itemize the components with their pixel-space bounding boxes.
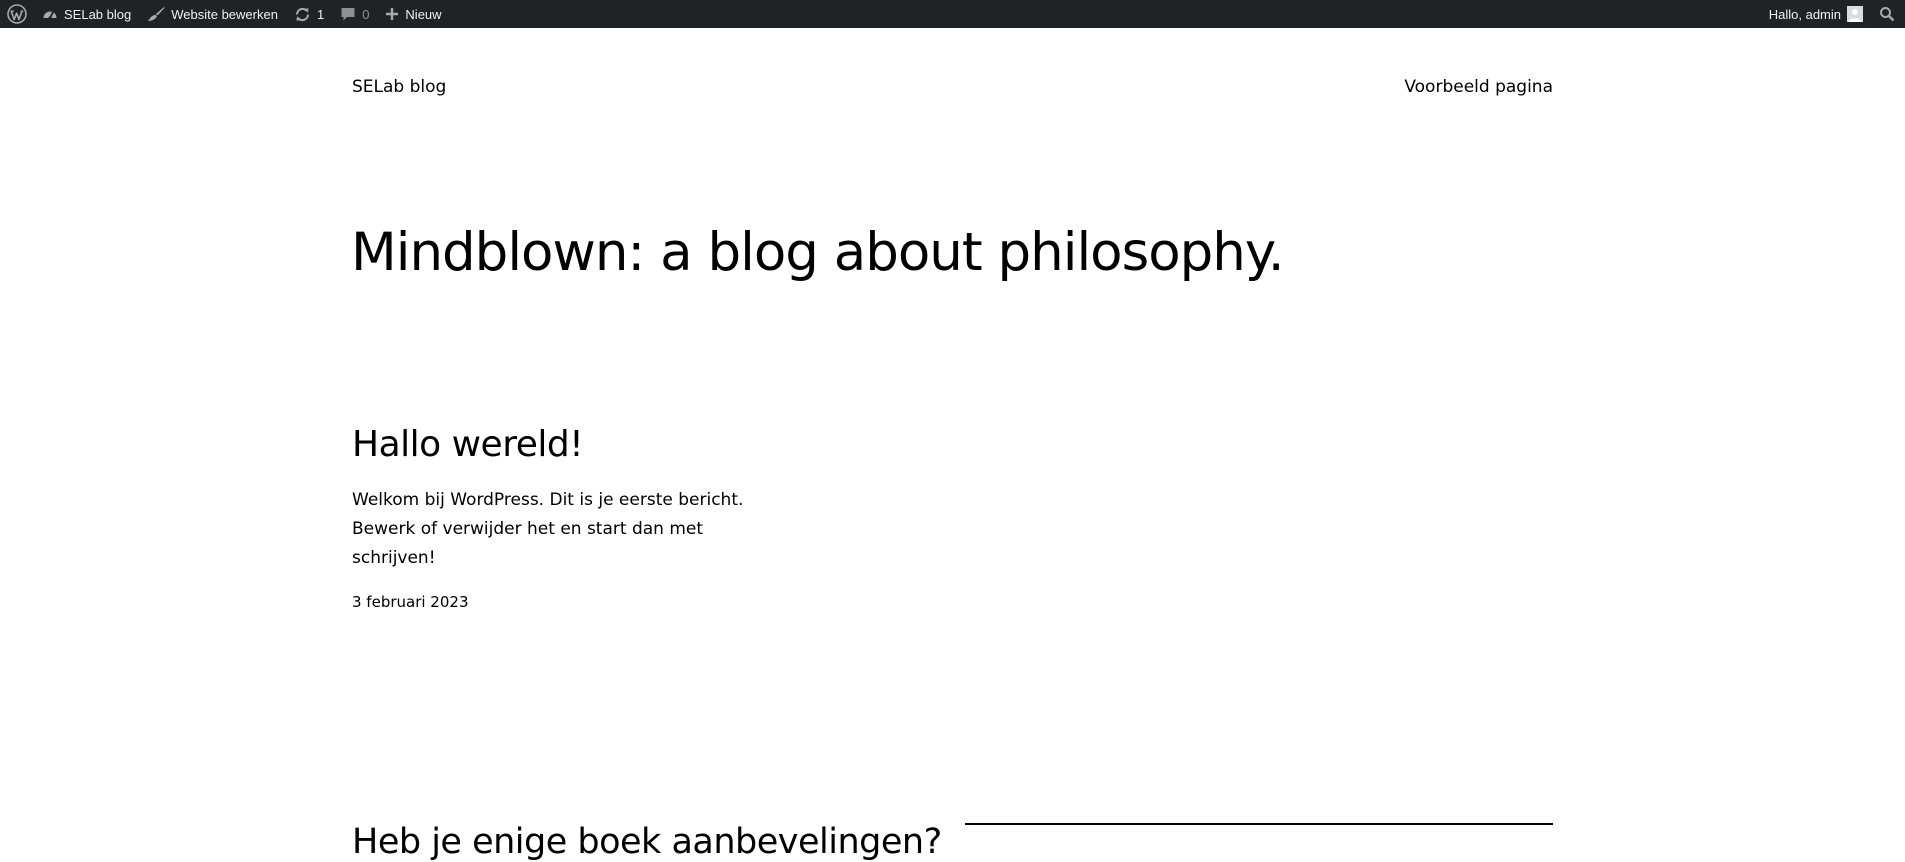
new-content-label: Nieuw [405,6,442,22]
site-name-label: SELab blog [64,6,132,22]
my-account-menu[interactable]: Hallo, admin [1761,0,1871,28]
comments-count: 0 [362,6,370,22]
post-title[interactable]: Heb je enige boek aanbevelingen? [352,822,942,862]
wordpress-menu[interactable] [0,0,34,28]
brush-icon [147,6,165,22]
edit-site-menu[interactable]: Website bewerken [139,0,286,28]
separator [965,823,1553,825]
post-date[interactable]: 3 februari 2023 [352,593,468,611]
search-icon [1879,6,1895,22]
nav-item-voorbeeld-pagina[interactable]: Voorbeeld pagina [1404,77,1553,97]
comment-icon [340,6,356,22]
updates-icon [294,6,311,23]
comments-menu[interactable]: 0 [332,0,377,28]
admin-search-button[interactable] [1871,0,1905,28]
admin-bar: SELab blog Website bewerken 1 0 Nieuw Ha… [0,0,1905,28]
site-name-menu[interactable]: SELab blog [34,0,139,28]
updates-count: 1 [316,6,325,22]
new-content-menu[interactable]: Nieuw [377,0,449,28]
post-excerpt: Welkom bij WordPress. Dit is je eerste b… [352,490,744,568]
admin-bar-right: Hallo, admin [1761,0,1905,28]
page-heading: Mindblown: a blog about philosophy. [351,222,1285,283]
dashboard-icon [42,6,58,22]
site-title[interactable]: SELab blog [352,77,446,97]
post-title[interactable]: Hallo wereld! [352,424,584,465]
updates-menu[interactable]: 1 [286,0,332,28]
admin-bar-left: SELab blog Website bewerken 1 0 Nieuw [0,0,450,28]
wordpress-icon [7,4,27,24]
avatar [1847,6,1863,22]
edit-site-label: Website bewerken [171,6,278,22]
plus-icon [385,7,399,21]
greeting-label: Hallo, admin [1768,6,1841,22]
